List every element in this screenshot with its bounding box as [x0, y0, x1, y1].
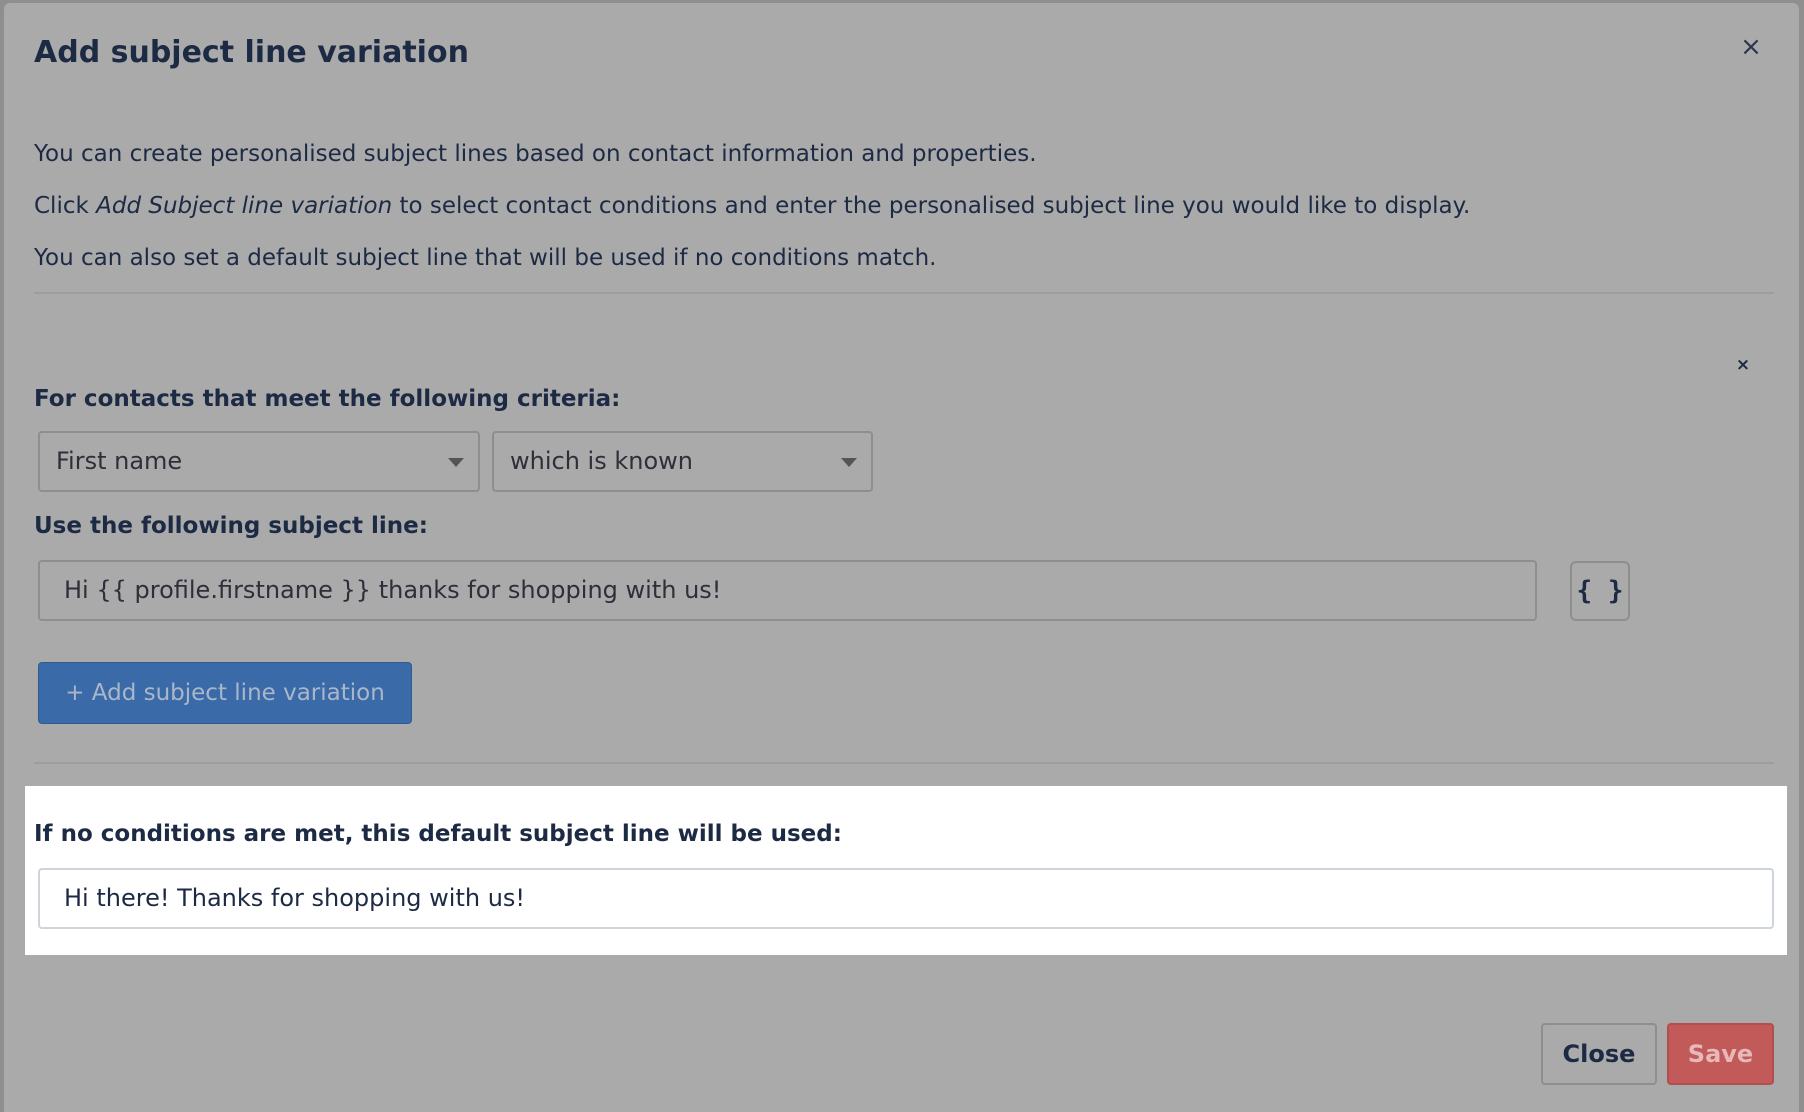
condition-select[interactable]: which is known [492, 431, 873, 492]
intro-line-3: You can also set a default subject line … [34, 245, 937, 271]
intro-line-2-emphasis: Add Subject line variation [96, 193, 393, 219]
merge-tag-button[interactable]: { } [1570, 561, 1630, 621]
close-button[interactable]: Close [1541, 1023, 1657, 1085]
default-subject-input[interactable]: Hi there! Thanks for shopping with us! [38, 868, 1774, 929]
intro-text: You can create personalised subject line… [34, 139, 1774, 295]
criteria-label: For contacts that meet the following cri… [34, 386, 621, 412]
remove-variation-icon[interactable]: × [1733, 355, 1753, 375]
intro-line-2: Click Add Subject line variation to sele… [34, 191, 1774, 221]
subject-line-label: Use the following subject line: [34, 513, 428, 539]
caret-down-icon [448, 458, 464, 467]
caret-down-icon [841, 458, 857, 467]
close-icon[interactable]: × [1733, 29, 1769, 65]
condition-select-value: which is known [510, 447, 693, 475]
divider [34, 762, 1774, 764]
intro-line-2-suffix: to select contact conditions and enter t… [392, 193, 1471, 219]
default-subject-label: If no conditions are met, this default s… [34, 821, 842, 847]
field-select-value: First name [56, 447, 183, 475]
add-subject-line-variation-button[interactable]: + Add subject line variation [38, 662, 412, 724]
field-select[interactable]: First name [38, 431, 480, 492]
divider [34, 292, 1774, 294]
intro-line-2-prefix: Click [34, 193, 97, 219]
save-button[interactable]: Save [1667, 1023, 1774, 1085]
variation-subject-input[interactable]: Hi {{ profile.firstname }} thanks for sh… [38, 560, 1537, 621]
intro-line-1: You can create personalised subject line… [34, 141, 1037, 167]
modal-title: Add subject line variation [34, 35, 469, 70]
subject-line-variation-modal: Add subject line variation × You can cre… [4, 3, 1799, 1112]
